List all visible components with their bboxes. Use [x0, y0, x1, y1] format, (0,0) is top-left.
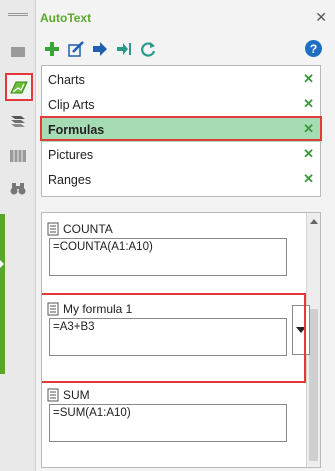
entry-preview[interactable]: =SUM(A1:A10)	[49, 404, 287, 442]
remove-category-icon[interactable]: ✕	[303, 146, 314, 162]
layers-icon	[11, 116, 25, 127]
add-button[interactable]	[42, 39, 62, 59]
left-rail	[0, 0, 36, 471]
autotext-panel: AutoText ✕ ? Charts ✕ Clip Arts ✕ Formul…	[36, 0, 335, 471]
remove-category-icon[interactable]: ✕	[303, 96, 314, 112]
category-item-clip-arts[interactable]: Clip Arts ✕	[42, 93, 320, 117]
rail-columns-button[interactable]	[6, 144, 30, 168]
rail-layers-button[interactable]	[6, 110, 30, 134]
binoculars-icon	[10, 183, 26, 195]
rail-autotext-button[interactable]	[5, 73, 33, 101]
category-label: Clip Arts	[48, 98, 95, 112]
import-button[interactable]	[114, 39, 134, 59]
edit-button[interactable]	[66, 39, 86, 59]
category-item-charts[interactable]: Charts ✕	[42, 68, 320, 92]
close-icon[interactable]: ✕	[315, 9, 327, 26]
category-item-pictures[interactable]: Pictures ✕	[42, 143, 320, 167]
edit-icon	[68, 41, 84, 57]
help-icon[interactable]: ?	[305, 40, 322, 57]
entry-name: COUNTA	[63, 222, 113, 236]
category-label: Pictures	[48, 148, 94, 162]
scroll-up-icon[interactable]	[310, 219, 318, 224]
selection-highlight	[40, 116, 322, 141]
scroll-thumb[interactable]	[309, 309, 318, 461]
category-item-ranges[interactable]: Ranges ✕	[42, 168, 320, 192]
entry-name: SUM	[63, 388, 90, 402]
entry-header: COUNTA	[47, 221, 113, 237]
rail-find-button[interactable]	[6, 176, 30, 200]
category-label: Charts	[48, 73, 85, 87]
export-button[interactable]	[90, 39, 110, 59]
panel-title-bar: AutoText ✕	[36, 0, 335, 34]
entry-preview[interactable]: =COUNTA(A1:A10)	[49, 238, 287, 276]
remove-category-icon[interactable]: ✕	[303, 171, 314, 187]
collapse-arrow-icon[interactable]	[0, 260, 4, 268]
import-icon	[117, 43, 131, 55]
refresh-icon	[141, 42, 156, 57]
grip-icon[interactable]	[8, 13, 28, 16]
pane-resize-handle[interactable]	[0, 214, 5, 374]
columns-icon	[10, 150, 26, 162]
autotext-icon	[10, 81, 28, 94]
entry-selection-highlight	[42, 293, 306, 383]
refresh-button[interactable]	[138, 39, 158, 59]
remove-category-icon[interactable]: ✕	[303, 71, 314, 87]
entry-list: COUNTA =COUNTA(A1:A10) My formula 1 =A3+…	[41, 212, 321, 468]
export-icon	[93, 42, 107, 56]
entry-header: SUM	[47, 387, 90, 403]
rail-empty-button[interactable]	[6, 40, 30, 64]
toolbar: ?	[42, 38, 330, 60]
document-icon	[47, 388, 59, 402]
document-icon	[47, 222, 59, 236]
category-label: Ranges	[48, 173, 92, 187]
add-icon	[45, 42, 59, 56]
empty-icon	[11, 47, 25, 57]
panel-title: AutoText	[40, 11, 92, 25]
